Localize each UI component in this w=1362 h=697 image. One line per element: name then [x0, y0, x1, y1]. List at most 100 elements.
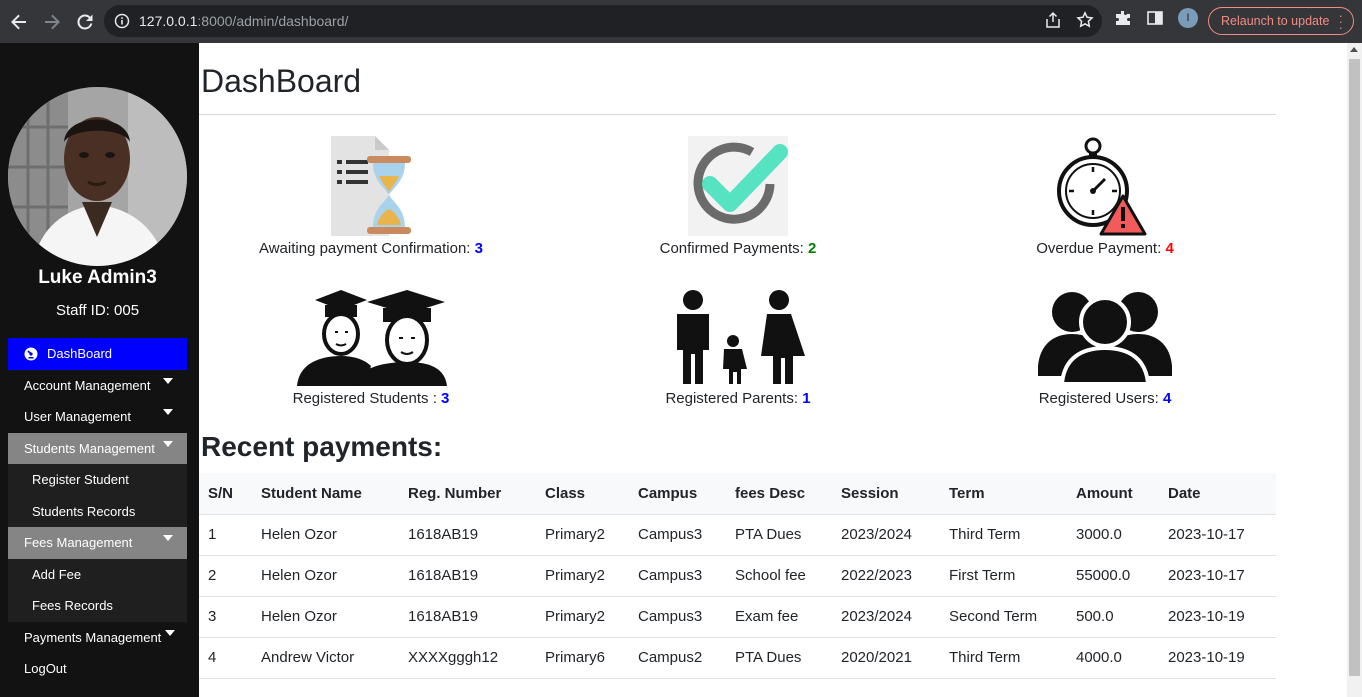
info-icon[interactable] [114, 13, 130, 29]
col-student-name: Student Name [252, 473, 399, 515]
reload-button[interactable] [70, 7, 100, 37]
cell: 2023-10-19 [1159, 596, 1276, 638]
scrollbar-thumb[interactable] [1349, 59, 1360, 676]
col-fees-desc: fees Desc [726, 473, 832, 515]
col-term: Term [940, 473, 1067, 515]
sidebar-item-label: User Management [24, 409, 131, 425]
caret-down-icon [163, 440, 173, 447]
cell: Campus2 [629, 637, 726, 679]
stat-label-students: Registered Students : 3 [292, 390, 450, 407]
sidebar-item-label: Register Student [32, 472, 129, 488]
sidebar-item-label: Fees Records [32, 598, 113, 614]
cell: 55000.0 [1067, 555, 1159, 597]
cell: 500.0 [1067, 596, 1159, 638]
cell: 2023-10-17 [1159, 555, 1276, 597]
caret-down-icon [163, 377, 173, 384]
sidebar-item-payments-management[interactable]: Payments Management [8, 622, 187, 654]
staff-id: Staff ID: 005 [55, 302, 140, 319]
sidebar-item-students-records[interactable]: Students Records [8, 495, 187, 527]
sidebar-item-user-management[interactable]: User Management [8, 401, 187, 433]
family-icon [677, 290, 805, 384]
stat-card-students: Registered Students : 3 [201, 286, 541, 407]
forward-arrow-icon [45, 14, 60, 29]
sidebar-item-register-student[interactable]: Register Student [8, 464, 187, 496]
cell: 4000.0 [1067, 637, 1159, 679]
sidebar-item-label: Account Management [24, 377, 151, 393]
sidebar-item-add-fee[interactable]: Add Fee [8, 558, 187, 590]
cell: First Term [940, 555, 1067, 597]
stat-count-awaiting: 3 [474, 240, 483, 257]
cell: PTA Dues [726, 637, 832, 679]
relaunch-button[interactable]: Relaunch to update · · · [1208, 7, 1354, 35]
stat-count-overdue: 4 [1165, 240, 1174, 257]
stat-count-users: 4 [1162, 390, 1172, 407]
sidebar-item-students-management[interactable]: Students Management [8, 432, 187, 464]
sidebar-item-label: Add Fee [32, 566, 82, 582]
sidebar: Luke Admin3 Staff ID: 005 DashBoard Acco… [0, 43, 199, 697]
cell: Andrew Victor [252, 637, 399, 679]
cell: Exam fee [726, 596, 832, 638]
table-row: 2 Helen Ozor 1618AB19 Primary2 Campus3 S… [199, 555, 1276, 597]
sidebar-item-fees-management[interactable]: Fees Management [8, 527, 187, 559]
stat-card-overdue: Overdue Payment: 4 [935, 136, 1275, 257]
cell: Primary2 [536, 514, 629, 556]
cell: Second Term [940, 596, 1067, 638]
sidebar-item-account-management[interactable]: Account Management [8, 370, 187, 402]
col-class: Class [536, 473, 629, 515]
side-panel-icon[interactable] [1146, 9, 1164, 27]
graduates-icon [297, 290, 447, 386]
bookmark-star-icon[interactable] [1076, 11, 1094, 29]
recent-payments-table: S/N Student Name Reg. Number Class Campu… [199, 473, 1276, 679]
cell: 2023-10-19 [1159, 637, 1276, 679]
sidebar-item-label: Students Records [32, 503, 136, 519]
sidebar-item-fees-records[interactable]: Fees Records [8, 590, 187, 622]
col-date: Date [1159, 473, 1276, 515]
stat-label-awaiting: Awaiting payment Confirmation: 3 [258, 240, 483, 257]
url-text[interactable]: 127.0.0.1:8000/admin/dashboard/ [139, 13, 348, 29]
relaunch-label: Relaunch to update [1221, 14, 1330, 28]
sidebar-item-dashboard[interactable]: DashBoard [8, 338, 187, 370]
cell: Third Term [940, 637, 1067, 679]
back-button[interactable] [4, 7, 34, 37]
main-content: DashBoard Awaiting payment Confirmation:… [199, 43, 1347, 697]
cell: 2022/2023 [832, 555, 940, 597]
forward-button[interactable] [37, 7, 67, 37]
scroll-up-icon[interactable] [1350, 47, 1358, 52]
cell: 1 [199, 514, 252, 556]
stat-label-parents: Registered Parents: 1 [665, 390, 811, 407]
stat-label-users: Registered Users: 4 [1038, 390, 1172, 407]
table-row: 1 Helen Ozor 1618AB19 Primary2 Campus3 P… [199, 514, 1276, 556]
col-sn: S/N [199, 473, 252, 515]
reload-icon [77, 13, 93, 29]
cell: Third Term [940, 514, 1067, 556]
back-arrow-icon [11, 14, 26, 29]
col-reg-number: Reg. Number [399, 473, 536, 515]
profile-avatar[interactable]: I [1178, 8, 1198, 28]
divider [199, 114, 1276, 115]
address-bar[interactable]: 127.0.0.1:8000/admin/dashboard/ [104, 5, 1102, 37]
page-scrollbar[interactable] [1347, 43, 1362, 697]
cell: 3000.0 [1067, 514, 1159, 556]
recent-payments-title: Recent payments: [201, 431, 443, 462]
cell: School fee [726, 555, 832, 597]
cell: 1618AB19 [399, 555, 536, 597]
sidebar-item-logout[interactable]: LogOut [8, 653, 187, 685]
sidebar-item-label: Students Management [24, 440, 155, 456]
cell: 3 [199, 596, 252, 638]
extensions-puzzle-icon[interactable] [1114, 9, 1132, 27]
browser-toolbar: 127.0.0.1:8000/admin/dashboard/ I Relaun… [0, 0, 1362, 43]
cell: Primary6 [536, 637, 629, 679]
sidebar-item-label: Fees Management [24, 535, 133, 551]
cell: XXXXgggh12 [399, 637, 536, 679]
share-icon[interactable] [1044, 11, 1062, 29]
cell: Helen Ozor [252, 596, 399, 638]
stat-card-confirmed: Confirmed Payments: 2 [568, 136, 908, 257]
stat-card-parents: Registered Parents: 1 [568, 286, 908, 407]
more-menu-icon[interactable]: · · · [1339, 9, 1343, 34]
cell: 4 [199, 637, 252, 679]
cell: Primary2 [536, 596, 629, 638]
caret-down-icon [163, 409, 173, 415]
cell: Campus3 [629, 596, 726, 638]
cell: 1618AB19 [399, 596, 536, 638]
cell: Helen Ozor [252, 514, 399, 556]
